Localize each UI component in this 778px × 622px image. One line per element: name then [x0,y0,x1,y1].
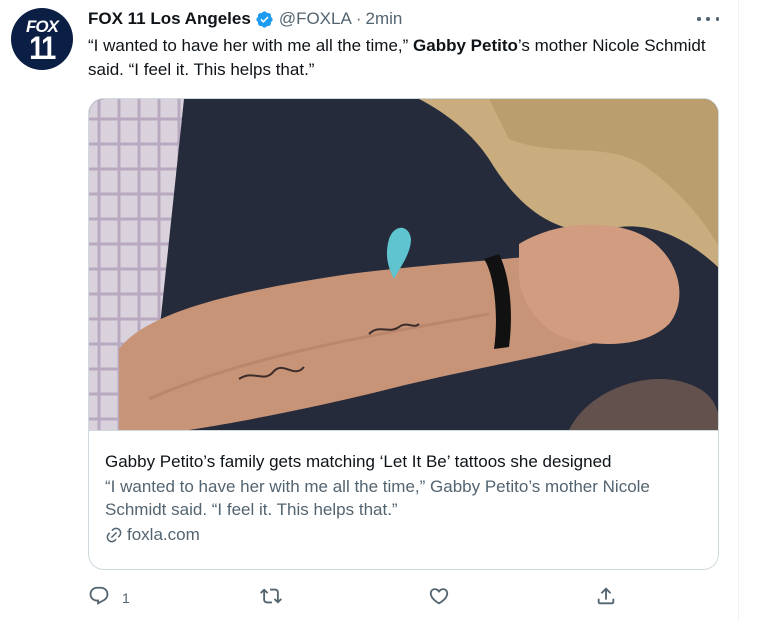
card-domain-text[interactable]: foxla.com [127,525,200,545]
tweet-timestamp[interactable]: 2min [365,9,402,29]
card-image[interactable] [89,99,718,430]
more-options-icon[interactable] [697,10,719,28]
card-description: “I wanted to have her with me all the ti… [105,477,650,519]
share-button[interactable] [595,585,617,610]
card-domain[interactable]: foxla.com [105,525,704,545]
reply-icon [88,585,110,610]
author-handle[interactable]: @FOXLA [279,9,352,29]
action-bar: 1 [88,585,628,615]
author-name[interactable]: FOX 11 Los Angeles [88,9,251,29]
column-divider [738,0,739,622]
link-card[interactable]: Gabby Petito’s family gets matching ‘Let… [88,98,719,570]
avatar[interactable]: FOX 11 [11,8,73,70]
tweet-header: FOX 11 Los Angeles @FOXLA · 2min [88,8,402,30]
tweet-text: “I wanted to have her with me all the ti… [88,34,718,82]
link-icon [105,526,123,544]
tweet-text-bold[interactable]: Gabby Petito [413,36,518,55]
reply-button[interactable]: 1 [88,585,130,610]
like-icon [428,585,450,610]
avatar-logo-line2: 11 [29,30,56,66]
tweet-text-part1: “I wanted to have her with me all the ti… [88,36,414,55]
tweet[interactable]: FOX 11 FOX 11 Los Angeles @FOXLA · 2min … [0,0,738,622]
reply-count: 1 [122,589,130,606]
card-body[interactable]: Gabby Petito’s family gets matching ‘Let… [89,430,718,569]
like-button[interactable] [428,585,462,610]
separator-dot: · [355,9,362,28]
verified-badge-icon [255,10,274,29]
retweet-icon [260,585,282,610]
retweet-button[interactable] [260,585,294,610]
card-title[interactable]: Gabby Petito’s family gets matching ‘Let… [105,451,704,473]
share-icon [595,585,617,610]
